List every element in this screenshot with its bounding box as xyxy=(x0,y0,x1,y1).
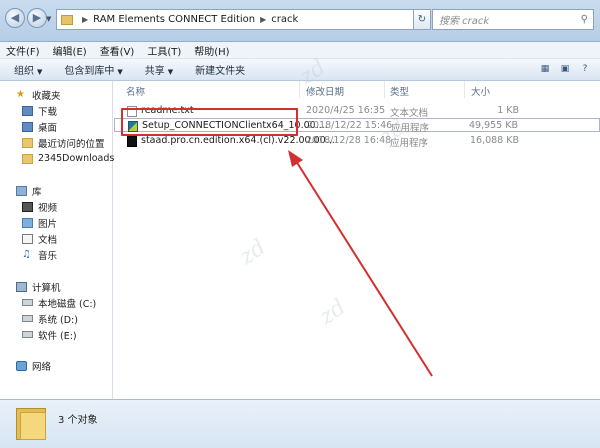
annotation-arrow xyxy=(288,150,433,377)
arrow-shaft xyxy=(295,160,433,377)
arrow-head xyxy=(288,150,303,167)
status-bar: 3 个对象 xyxy=(0,399,600,448)
item-count: 3 个对象 xyxy=(58,415,98,426)
folder-icon xyxy=(16,408,46,440)
